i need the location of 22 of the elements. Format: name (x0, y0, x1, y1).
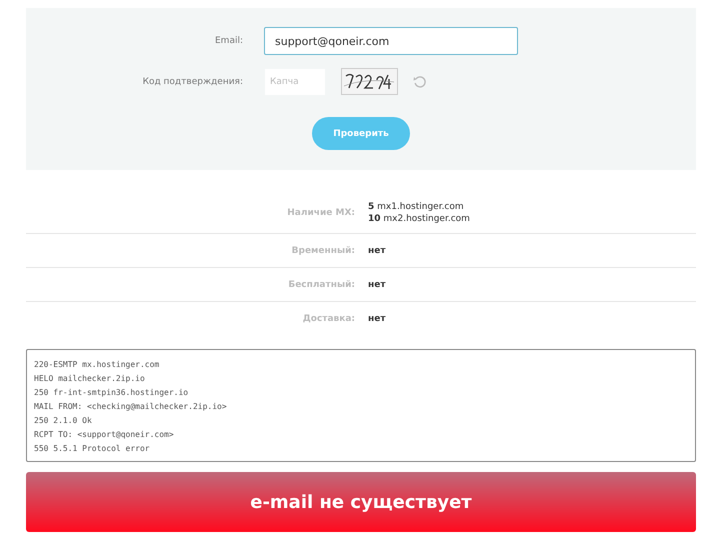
log-line: HELO mailchecker.2ip.io (34, 373, 146, 385)
result-value: нет (368, 280, 386, 290)
result-label: Доставка: (302, 314, 356, 324)
result-value: нет (368, 314, 386, 324)
log-line: MAIL FROM: <checking@mailchecker.2ip.io> (34, 401, 228, 413)
log-line: 220-ESMTP mx.hostinger.com (34, 359, 160, 371)
field-label: Код подтверждения: (142, 76, 244, 86)
mx-record: 5 mx1.hostinger.com (368, 202, 465, 212)
log-line: 250 2.1.0 Ok (34, 415, 93, 427)
log-line: 250 fr-int-smtpin36.hostinger.io (34, 387, 190, 399)
result-label: Наличие MX: (286, 207, 356, 218)
mx-record: 10 mx2.hostinger.com (368, 214, 470, 224)
result-label: Бесплатный: (287, 280, 356, 290)
email-field[interactable]: support@qoneir.com (264, 27, 518, 55)
field-label: Email: (214, 36, 244, 46)
result-label: Временный: (290, 246, 356, 256)
result-value: нет (368, 246, 386, 256)
log-line: 550 5.5.1 Protocol error (34, 443, 151, 455)
log-line: RCPT TO: <support@qoneir.com> (34, 429, 175, 441)
result-banner: e-mail не существует (26, 472, 696, 532)
refresh-icon[interactable] (413, 74, 427, 88)
captcha-field[interactable]: Капча (265, 68, 325, 94)
